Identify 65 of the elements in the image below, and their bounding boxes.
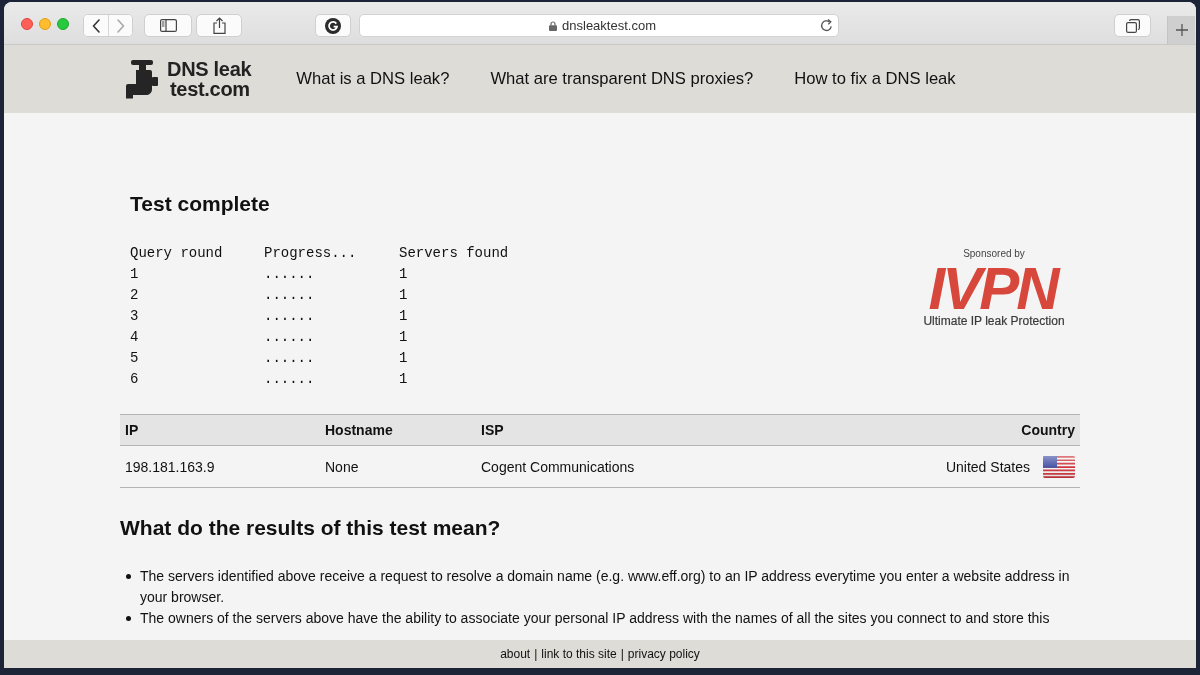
separator-text: | xyxy=(620,647,624,661)
flag-icon xyxy=(1043,455,1075,478)
sidebar-icon xyxy=(159,19,177,32)
share-button[interactable] xyxy=(196,14,242,37)
footer-link[interactable]: link to this site xyxy=(541,647,617,661)
table-cell-text: ...... xyxy=(264,349,315,368)
table-cell-text: 4 xyxy=(130,328,139,347)
extension-button[interactable] xyxy=(315,14,351,37)
table-cell: None xyxy=(320,445,476,488)
nav-link[interactable]: What is a DNS leak? xyxy=(296,69,450,89)
plus-icon xyxy=(1175,24,1188,36)
column-header: ISP xyxy=(476,414,876,446)
logo-text[interactable]: test.com xyxy=(167,79,252,99)
tab-overview-button[interactable] xyxy=(1114,14,1151,37)
table-cell: 198.181.163.9 xyxy=(120,445,320,488)
bullet-icon xyxy=(126,574,131,579)
column-header: Country xyxy=(876,414,1080,446)
table-cell-text: ...... xyxy=(264,286,315,305)
footer-link[interactable]: about xyxy=(500,647,531,661)
table-cell-text: 1 xyxy=(399,286,408,305)
section-heading: Test complete xyxy=(130,191,271,217)
table-cell-text: 1 xyxy=(399,328,408,347)
column-header: IP xyxy=(120,414,320,446)
close-window-icon[interactable] xyxy=(21,18,33,30)
table-cell-text: ...... xyxy=(264,328,315,347)
footer-link[interactable]: privacy policy xyxy=(627,647,700,661)
address-field[interactable]: dnsleaktest.com xyxy=(359,14,839,37)
separator-text: | xyxy=(534,647,538,661)
column-header: Servers found xyxy=(399,244,509,263)
table-cell-text: ...... xyxy=(264,307,315,326)
table-cell-text: 2 xyxy=(130,286,139,305)
table-cell-text: 5 xyxy=(130,349,139,368)
overlapping-squares-icon xyxy=(1125,18,1140,33)
nav-link[interactable]: What are transparent DNS proxies? xyxy=(490,69,754,89)
bullet-icon xyxy=(126,616,131,621)
sponsor-label: Sponsored by xyxy=(963,247,1025,261)
table-cell: United States xyxy=(945,458,1030,475)
table-cell-text: ...... xyxy=(264,370,315,389)
g-logo-icon xyxy=(325,17,341,34)
chevron-right-icon xyxy=(116,18,125,33)
section-heading: What do the results of this test mean? xyxy=(120,515,502,541)
chevron-left-icon xyxy=(92,18,100,33)
table-cell-text: ...... xyxy=(264,265,315,284)
nav-link[interactable]: How to fix a DNS leak xyxy=(794,69,956,89)
table-cell-text: 1 xyxy=(130,265,139,284)
share-icon xyxy=(212,17,226,34)
logo-text[interactable]: DNS leak xyxy=(167,59,252,79)
column-header: Progress... xyxy=(264,244,357,263)
bullet-text: The servers identified above receive a request to resolve a domain name (e.g. www.eff.org) to an IP address everytime you enter a website address in your browser. xyxy=(140,567,1071,607)
table-cell-text: 3 xyxy=(130,307,139,326)
reload-icon[interactable] xyxy=(820,19,833,32)
new-tab-button[interactable] xyxy=(1167,16,1195,44)
sidebar-button[interactable] xyxy=(144,14,192,37)
column-header: Query round xyxy=(130,244,223,263)
table-cell-text: 1 xyxy=(399,307,408,326)
sponsor-logo-text[interactable]: IVPN xyxy=(928,264,1060,314)
sponsor-tagline: Ultimate IP leak Protection xyxy=(923,313,1065,329)
table-cell: Cogent Communications xyxy=(476,445,876,488)
lock-icon xyxy=(549,20,558,31)
bullet-text: The owners of the servers above have the ability to associate your personal IP address with the names of all the sites you connect to and store this xyxy=(140,609,1050,628)
table-cell-text: 1 xyxy=(399,265,408,284)
table-cell-text: 1 xyxy=(399,370,408,389)
column-header: Hostname xyxy=(320,414,476,446)
table-cell-text: 6 xyxy=(130,370,139,389)
table-cell-text: 1 xyxy=(399,349,408,368)
